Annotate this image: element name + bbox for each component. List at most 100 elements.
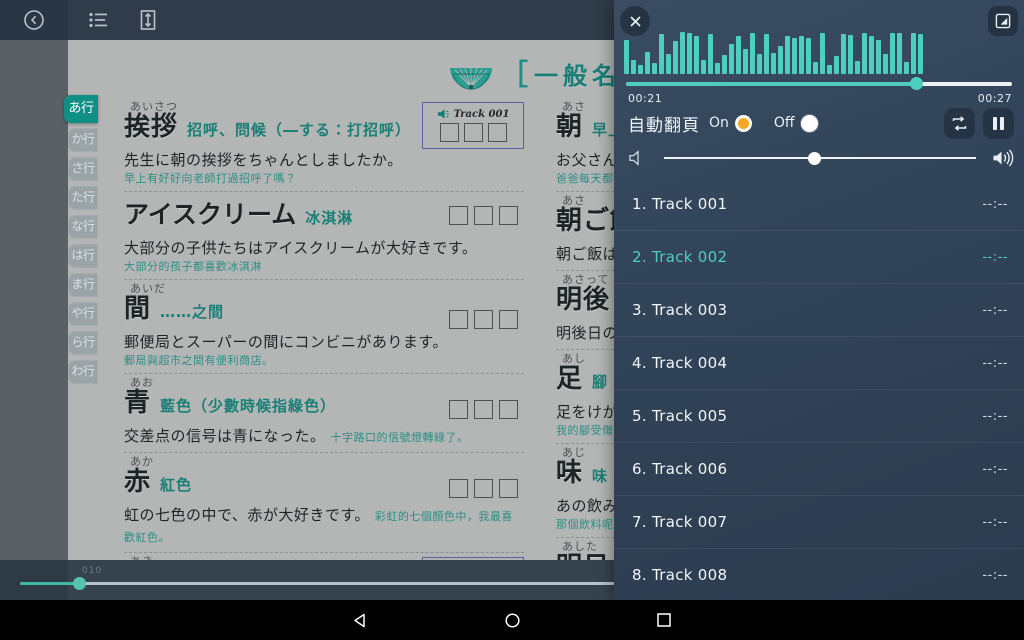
audio-waveform[interactable] xyxy=(624,24,1014,74)
kana-tab-sa[interactable]: さ行 xyxy=(68,157,98,181)
track-list-item[interactable]: 6. Track 006 --:-- xyxy=(614,443,1024,496)
kana-tab-ma[interactable]: ま行 xyxy=(68,273,98,297)
auto-page-turn-on-label: On xyxy=(709,115,729,131)
checkbox[interactable] xyxy=(499,206,518,225)
back-button[interactable] xyxy=(0,0,68,40)
track-marker-card[interactable]: Track 001 xyxy=(422,102,524,149)
track-name: 7. Track 007 xyxy=(632,513,728,531)
track-list-item[interactable]: 8. Track 008 --:-- xyxy=(614,549,1024,600)
waveform-bar xyxy=(876,40,881,74)
entry-sentence: 大部分の子供たちはアイスクリームが大好きです。 xyxy=(124,239,478,257)
waveform-bar xyxy=(708,34,713,74)
list-view-button[interactable] xyxy=(76,0,120,40)
android-back-icon xyxy=(353,613,365,627)
seek-bar[interactable] xyxy=(626,76,1012,92)
track-list-item[interactable]: 5. Track 005 --:-- xyxy=(614,390,1024,443)
checkbox[interactable] xyxy=(474,479,493,498)
kana-tab-ka[interactable]: か行 xyxy=(68,128,98,152)
audio-player-panel: 00:21 00:27 自動翻頁 On Off 1. Track 001 --:… xyxy=(614,0,1024,600)
kana-tab-ya[interactable]: や行 xyxy=(68,302,98,326)
entry-headword: 足 xyxy=(556,364,584,394)
auto-page-turn-off-option[interactable]: Off xyxy=(774,114,818,132)
track-list-item[interactable]: 3. Track 003 --:-- xyxy=(614,284,1024,337)
checkbox[interactable] xyxy=(449,206,468,225)
repeat-button[interactable] xyxy=(944,107,975,139)
kana-tab-wa[interactable]: わ行 xyxy=(68,360,98,384)
volume-slider[interactable] xyxy=(664,151,976,165)
track-duration: --:-- xyxy=(982,249,1008,265)
entry-headword: アイスクリーム xyxy=(124,200,297,229)
kana-tab-ra[interactable]: ら行 xyxy=(68,331,98,355)
fan-icon xyxy=(449,68,492,90)
page-number-label: 010 xyxy=(82,566,103,576)
entry-checkboxes xyxy=(449,206,518,225)
track-list[interactable]: 1. Track 001 --:-- 2. Track 002 --:-- 3.… xyxy=(614,178,1024,600)
kana-tab-ta[interactable]: た行 xyxy=(68,186,98,210)
kana-tab-a[interactable]: あ行 xyxy=(64,95,98,123)
progress-bar-gutter xyxy=(0,560,68,600)
checkbox[interactable] xyxy=(499,400,518,419)
playback-controls-row: 自動翻頁 On Off xyxy=(628,106,1014,140)
checkbox[interactable] xyxy=(499,310,518,329)
auto-page-turn-on-option[interactable]: On xyxy=(709,115,752,132)
waveform-bar xyxy=(638,65,643,74)
checkbox[interactable] xyxy=(487,123,507,142)
entry-headword: 挨拶 xyxy=(124,112,179,142)
track-list-item[interactable]: 1. Track 001 --:-- xyxy=(614,178,1024,231)
checkbox[interactable] xyxy=(474,400,493,419)
screen-root: あ行 か行 さ行 た行 な行 は行 ま行 や行 ら行 わ行 ［ 一般名詞 あいさ… xyxy=(0,0,1024,640)
checkbox[interactable] xyxy=(463,123,483,142)
track-list-item-current[interactable]: 2. Track 002 --:-- xyxy=(614,231,1024,284)
seek-knob[interactable] xyxy=(909,77,923,90)
track-name: 4. Track 004 xyxy=(632,354,728,372)
checkbox[interactable] xyxy=(449,479,468,498)
auto-page-turn-label: 自動翻頁 xyxy=(628,115,700,136)
volume-row xyxy=(628,143,1014,173)
checkbox[interactable] xyxy=(499,479,518,498)
time-row: 00:21 00:27 xyxy=(628,92,1012,105)
volume-mute-icon[interactable] xyxy=(628,149,648,167)
play-pause-button[interactable] xyxy=(983,107,1014,139)
entry-gloss: 味 xyxy=(592,467,609,485)
checkbox[interactable] xyxy=(449,400,468,419)
track-list-item[interactable]: 4. Track 004 --:-- xyxy=(614,337,1024,390)
entry-reading: あいだ xyxy=(130,282,166,295)
waveform-bar xyxy=(827,65,832,74)
waveform-bar xyxy=(715,63,720,74)
waveform-bar xyxy=(757,54,762,74)
radio-off-icon[interactable] xyxy=(800,114,818,132)
waveform-bar xyxy=(834,56,839,74)
entry-checkboxes xyxy=(449,400,518,419)
android-recents-button[interactable] xyxy=(642,600,686,640)
vocab-entry: あか 赤 紅色 虹の七色の中で、赤が大好きです。 彩虹的七個顏色中，我最喜歡紅色。 xyxy=(124,453,524,553)
waveform-bar xyxy=(841,34,846,74)
radio-on-icon[interactable] xyxy=(737,117,749,129)
entry-headword: 赤 xyxy=(124,467,152,497)
vertical-fit-button[interactable] xyxy=(126,0,170,40)
volume-knob[interactable] xyxy=(807,152,821,165)
waveform-bar xyxy=(897,33,902,74)
page-progress-knob[interactable] xyxy=(73,577,87,590)
checkbox[interactable] xyxy=(449,310,468,329)
entry-translation: 十字路口的信號燈轉綠了。 xyxy=(330,431,469,444)
waveform-bar xyxy=(869,36,874,74)
checkbox[interactable] xyxy=(474,310,493,329)
entry-gloss: ……之間 xyxy=(160,303,225,321)
android-home-button[interactable] xyxy=(490,600,534,640)
waveform-bar xyxy=(659,34,664,74)
checkbox[interactable] xyxy=(474,206,493,225)
volume-high-icon[interactable] xyxy=(992,149,1014,167)
track-duration: --:-- xyxy=(982,355,1008,371)
entry-sentence-text: 虹の七色の中で、赤が大好きです。 xyxy=(124,506,370,524)
kana-tab-ha[interactable]: は行 xyxy=(68,244,98,268)
waveform-bar xyxy=(743,49,748,74)
checkbox[interactable] xyxy=(439,123,459,142)
track-list-item[interactable]: 7. Track 007 --:-- xyxy=(614,496,1024,549)
entry-headword: 青 xyxy=(124,388,152,418)
android-back-button[interactable] xyxy=(338,600,382,640)
entry-headword: 味 xyxy=(556,458,584,488)
waveform-bar xyxy=(624,40,629,74)
page-progress-fill xyxy=(20,582,80,585)
kana-tab-na[interactable]: な行 xyxy=(68,215,98,239)
vocab-entry: あお 青 藍色（少數時候指綠色） 交差点の信号は青になった。 十字路口的信號燈轉綠… xyxy=(124,374,524,453)
